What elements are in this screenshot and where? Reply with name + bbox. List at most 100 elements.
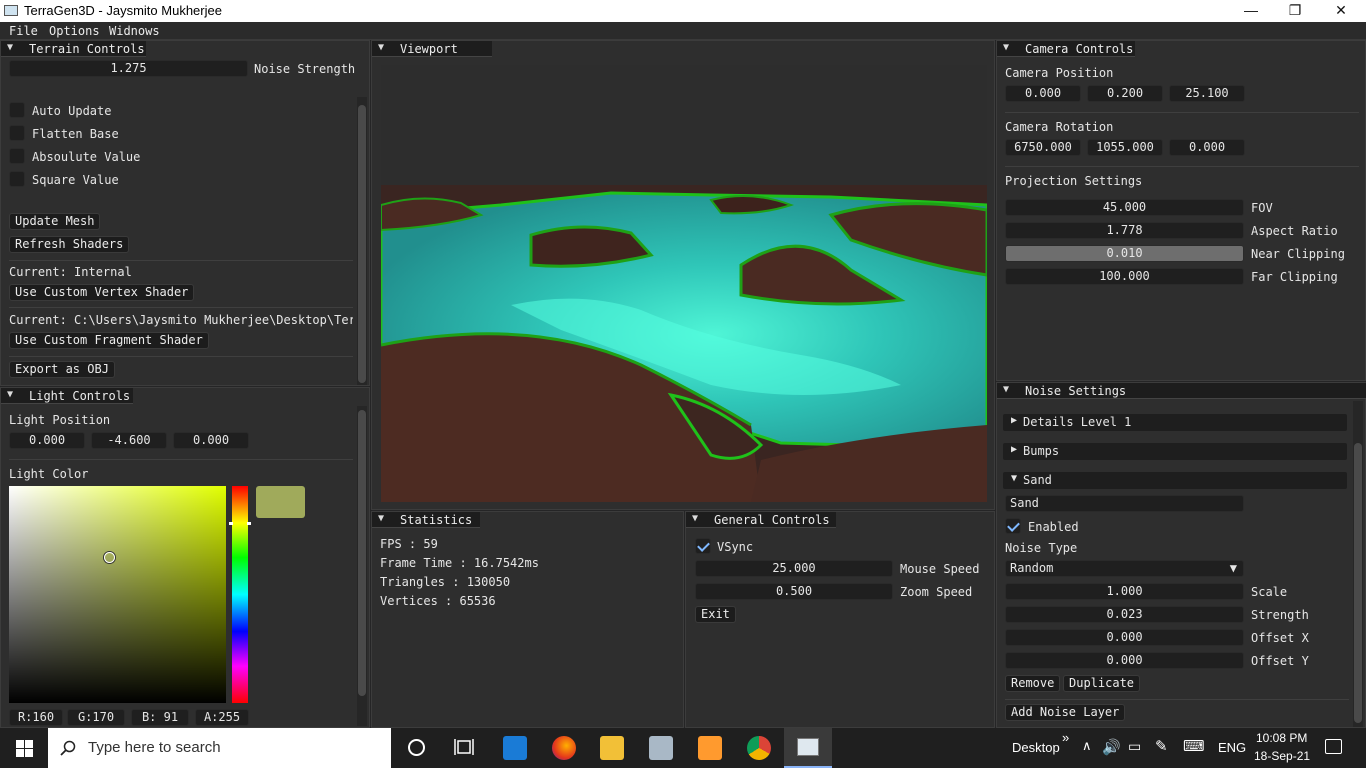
collapse-arrow-icon[interactable]: ▼ — [692, 513, 698, 524]
panel-title-bar[interactable]: ▼ General Controls — [686, 512, 836, 528]
maximize-button[interactable]: ❐ — [1272, 0, 1318, 22]
collapse-arrow-icon[interactable]: ▼ — [7, 389, 13, 400]
firefox-icon[interactable] — [552, 736, 576, 760]
collapse-arrow-icon[interactable]: ▼ — [1003, 42, 1009, 53]
collapse-arrow-icon[interactable]: ▼ — [1003, 384, 1009, 395]
close-button[interactable]: ✕ — [1318, 0, 1364, 22]
clock-date[interactable]: 18-Sep-21 — [1254, 749, 1310, 763]
menu-file[interactable]: File — [9, 24, 38, 38]
chrome-icon[interactable] — [747, 736, 771, 760]
color-r-field[interactable]: R:160 — [9, 709, 63, 726]
near-clipping-slider[interactable]: 0.010 — [1005, 245, 1244, 262]
panel-title-bar[interactable]: ▼ Statistics — [372, 512, 480, 528]
keyboard-icon[interactable]: ⌨ — [1183, 737, 1205, 755]
windows-start-icon[interactable] — [16, 740, 33, 757]
panel-title-bar[interactable]: ▼ Light Controls — [1, 388, 133, 404]
layer-header-sand[interactable]: ▼ Sand — [1003, 472, 1347, 489]
color-saturation-value-picker[interactable] — [9, 486, 226, 703]
scrollbar-thumb[interactable] — [358, 105, 366, 383]
camera-rotation-z[interactable]: 0.000 — [1169, 139, 1245, 156]
panel-title-bar[interactable]: ▼ Camera Controls — [997, 41, 1135, 57]
absolute-value-checkbox[interactable] — [9, 148, 25, 164]
photos-icon[interactable] — [649, 736, 673, 760]
clock-time[interactable]: 10:08 PM — [1256, 731, 1307, 745]
active-app-tab[interactable] — [784, 728, 832, 768]
mouse-speed-slider[interactable]: 25.000 — [695, 560, 893, 577]
color-g-field[interactable]: G:170 — [67, 709, 125, 726]
menu-windows[interactable]: Widnows — [109, 24, 160, 38]
collapse-arrow-icon[interactable]: ▼ — [378, 513, 384, 524]
volume-icon[interactable]: 🔊 — [1102, 738, 1121, 756]
show-hidden-icons-icon[interactable]: ∧ — [1082, 738, 1092, 754]
panel-title-bar[interactable]: ▼ Terrain Controls — [1, 41, 146, 57]
menu-options[interactable]: Options — [49, 24, 100, 38]
color-a-field[interactable]: A:255 — [195, 709, 249, 726]
light-color-swatch[interactable] — [256, 486, 305, 518]
expand-arrow-icon[interactable]: ▶ — [1011, 444, 1017, 455]
minimize-button[interactable]: — — [1228, 0, 1274, 22]
scrollbar-thumb[interactable] — [358, 410, 366, 696]
offset-y-slider[interactable]: 0.000 — [1005, 652, 1244, 669]
scale-slider[interactable]: 1.000 — [1005, 583, 1244, 600]
auto-update-checkbox[interactable] — [9, 102, 25, 118]
light-position-z[interactable]: 0.000 — [173, 432, 249, 449]
fov-slider[interactable]: 45.000 — [1005, 199, 1244, 216]
flatten-base-checkbox[interactable] — [9, 125, 25, 141]
scrollbar-thumb[interactable] — [1354, 443, 1362, 723]
taskbar-search-box[interactable]: Type here to search — [48, 728, 391, 768]
task-view-icon[interactable] — [454, 738, 474, 757]
layer-name-input[interactable]: Sand — [1005, 495, 1244, 512]
add-noise-layer-button[interactable]: Add Noise Layer — [1005, 704, 1126, 721]
color-picker-cursor[interactable] — [104, 552, 115, 563]
remove-layer-button[interactable]: Remove — [1005, 675, 1061, 692]
refresh-shaders-button[interactable]: Refresh Shaders — [9, 236, 130, 253]
color-b-field[interactable]: B: 91 — [131, 709, 189, 726]
camera-rotation-y[interactable]: 1055.000 — [1087, 139, 1163, 156]
aspect-ratio-slider[interactable]: 1.778 — [1005, 222, 1244, 239]
file-explorer-icon[interactable] — [600, 736, 624, 760]
sublime-text-icon[interactable] — [698, 736, 722, 760]
collapse-arrow-icon[interactable]: ▼ — [1011, 473, 1017, 484]
network-icon[interactable]: ▭ — [1128, 738, 1141, 755]
hue-slider[interactable] — [232, 486, 248, 703]
light-position-y[interactable]: -4.600 — [91, 432, 167, 449]
mail-icon[interactable] — [503, 736, 527, 760]
vsync-checkbox[interactable] — [695, 538, 711, 554]
layer-header-bumps[interactable]: ▶ Bumps — [1003, 443, 1347, 460]
scrollbar[interactable] — [1353, 401, 1363, 727]
panel-title-bar[interactable]: ▼ Noise Settings — [997, 383, 1366, 399]
notification-center-icon[interactable] — [1325, 739, 1342, 754]
zoom-speed-slider[interactable]: 0.500 — [695, 583, 893, 600]
toolbar-chevron[interactable]: » — [1062, 730, 1069, 745]
duplicate-layer-button[interactable]: Duplicate — [1063, 675, 1141, 692]
collapse-arrow-icon[interactable]: ▼ — [378, 42, 384, 53]
desktop-toolbar-label[interactable]: Desktop — [1012, 740, 1060, 755]
language-indicator[interactable]: ENG — [1218, 740, 1246, 755]
layer-header-details-level-1[interactable]: ▶ Details Level 1 — [1003, 414, 1347, 431]
far-clipping-slider[interactable]: 100.000 — [1005, 268, 1244, 285]
expand-arrow-icon[interactable]: ▶ — [1011, 415, 1017, 426]
scrollbar[interactable] — [357, 97, 367, 385]
exit-button[interactable]: Exit — [695, 606, 736, 623]
panel-title-bar[interactable]: ▼ Viewport — [372, 41, 492, 57]
update-mesh-button[interactable]: Update Mesh — [9, 213, 101, 230]
layer-enabled-checkbox[interactable] — [1005, 518, 1021, 534]
camera-position-x[interactable]: 0.000 — [1005, 85, 1081, 102]
terrain-viewport-render[interactable] — [381, 65, 987, 502]
offset-x-slider[interactable]: 0.000 — [1005, 629, 1244, 646]
hue-slider-handle[interactable] — [229, 522, 251, 525]
noise-strength-slider[interactable]: 1.275 — [9, 60, 248, 77]
use-custom-fragment-shader-button[interactable]: Use Custom Fragment Shader — [9, 332, 209, 349]
noise-type-dropdown[interactable]: Random ▼ — [1005, 560, 1244, 577]
dropdown-arrow-icon[interactable]: ▼ — [1230, 561, 1237, 576]
use-custom-vertex-shader-button[interactable]: Use Custom Vertex Shader — [9, 284, 195, 301]
square-value-checkbox[interactable] — [9, 171, 25, 187]
camera-position-z[interactable]: 25.100 — [1169, 85, 1245, 102]
camera-position-y[interactable]: 0.200 — [1087, 85, 1163, 102]
pen-icon[interactable]: ✎ — [1155, 737, 1168, 755]
strength-slider[interactable]: 0.023 — [1005, 606, 1244, 623]
export-obj-button[interactable]: Export as OBJ — [9, 361, 115, 378]
collapse-arrow-icon[interactable]: ▼ — [7, 42, 13, 53]
camera-rotation-x[interactable]: 6750.000 — [1005, 139, 1081, 156]
light-position-x[interactable]: 0.000 — [9, 432, 85, 449]
